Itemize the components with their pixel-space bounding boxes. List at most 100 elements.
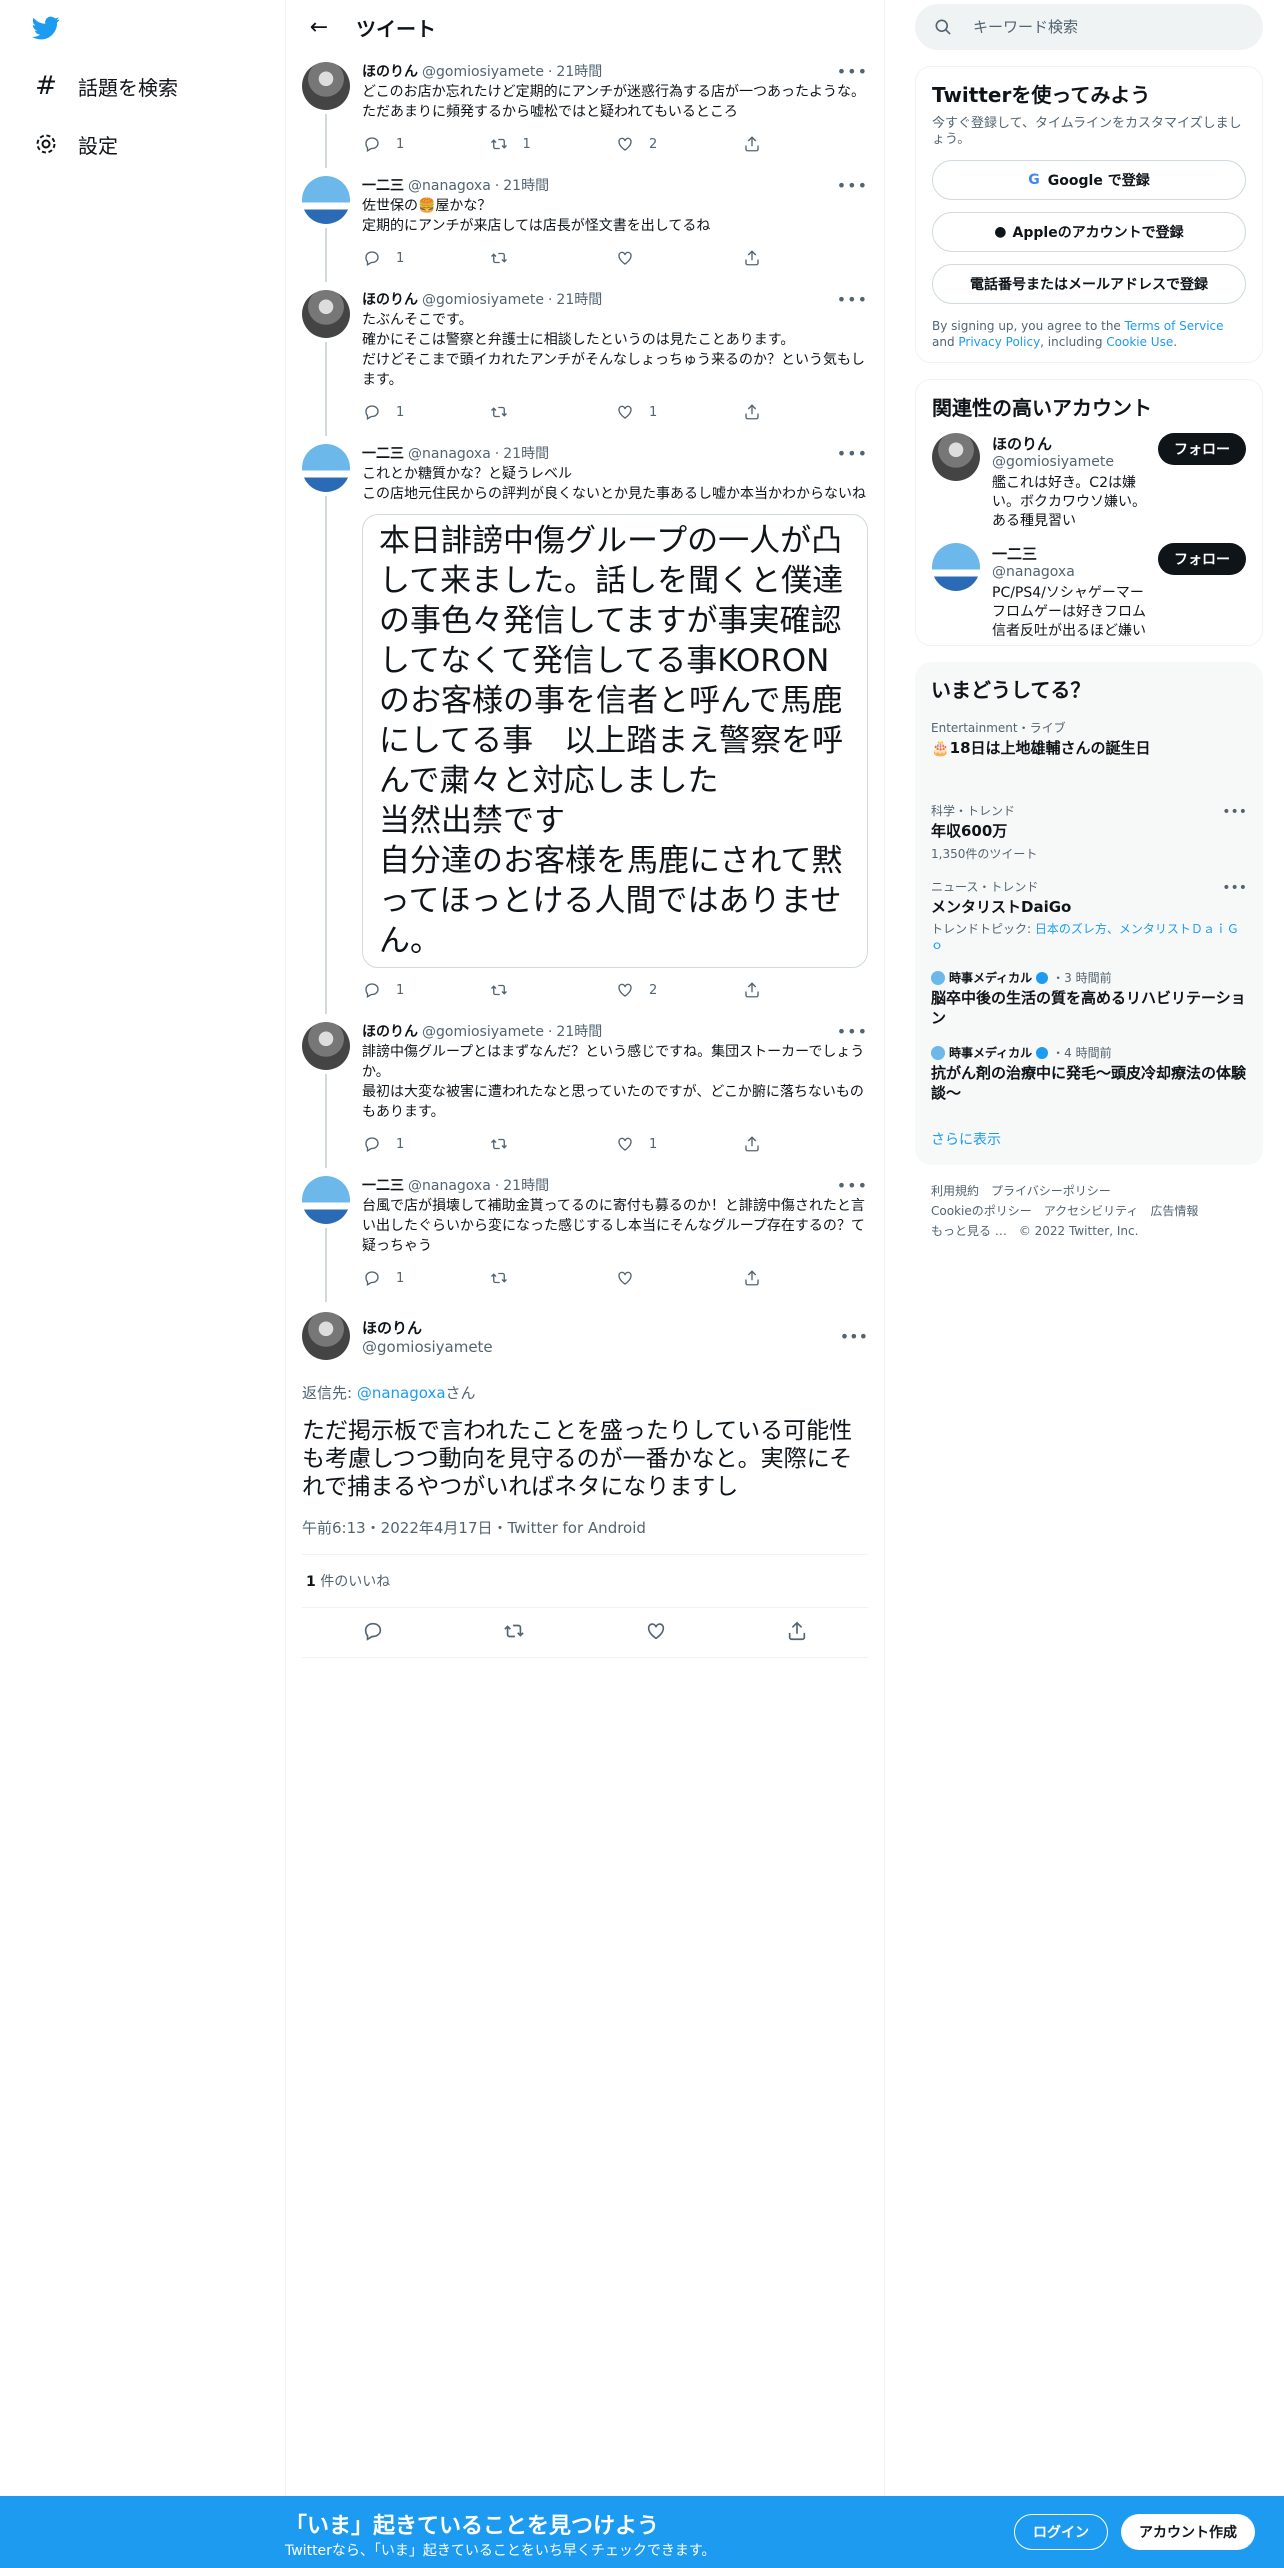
more-icon[interactable]: ••• <box>837 290 868 310</box>
retweet-button[interactable] <box>489 1268 616 1288</box>
footer-link[interactable]: Cookieのポリシー <box>931 1204 1032 1218</box>
avatar[interactable] <box>302 1312 350 1360</box>
search-bar[interactable] <box>915 4 1263 50</box>
tweet[interactable]: ほのりん @gomiosiyamete · 21時間 ••• どこのお店か忘れた… <box>286 54 884 168</box>
nav-settings[interactable]: 設定 <box>30 116 118 172</box>
author-name[interactable]: ほのりん <box>362 290 418 310</box>
share-button[interactable] <box>742 248 869 268</box>
avatar[interactable] <box>302 1022 350 1070</box>
reply-button[interactable]: 1 <box>362 1134 489 1154</box>
tweet-time[interactable]: 21時間 <box>503 1176 549 1196</box>
share-button[interactable] <box>742 980 869 1000</box>
tweet-time[interactable]: 21時間 <box>503 176 549 196</box>
author-handle[interactable]: @nanagoxa <box>408 176 491 196</box>
author-handle[interactable]: @gomiosiyamete <box>362 1338 493 1356</box>
retweet-button[interactable] <box>489 248 616 268</box>
share-button[interactable] <box>742 1268 869 1288</box>
author-handle[interactable]: @nanagoxa <box>408 1176 491 1196</box>
like-button[interactable]: 2 <box>615 980 742 1000</box>
avatar[interactable] <box>302 176 350 224</box>
like-icon[interactable] <box>645 1620 667 1646</box>
more-icon[interactable]: ••• <box>837 62 868 82</box>
retweet-button[interactable] <box>489 980 616 1000</box>
related-user[interactable]: ほのりん @gomiosiyamete 艦これは好き。C2は嫌い。ボクカワウソ嫌… <box>932 433 1246 531</box>
footer-link[interactable]: アクセシビリティ <box>1044 1204 1139 1218</box>
news-item[interactable]: 時事メディカル ・3 時間前 脳卒中後の生活の質を高めるリハビリテーション <box>931 969 1247 1028</box>
apple-signup-button[interactable]: ● Appleのアカウントで登録 <box>932 212 1246 252</box>
retweet-button[interactable] <box>489 1134 616 1154</box>
tweet-time[interactable]: 21時間 <box>556 62 602 82</box>
terms-link[interactable]: Terms of Service <box>1125 319 1224 333</box>
like-button[interactable] <box>615 1268 742 1288</box>
back-arrow-icon[interactable]: ← <box>302 10 336 44</box>
phone-signup-button[interactable]: 電話番号またはメールアドレスで登録 <box>932 264 1246 304</box>
retweet-icon[interactable] <box>503 1620 525 1646</box>
tweet-time[interactable]: 21時間 <box>503 444 549 464</box>
more-icon[interactable]: ••• <box>1222 804 1247 820</box>
share-icon[interactable] <box>786 1620 808 1646</box>
more-icon[interactable]: ••• <box>1222 880 1247 896</box>
author-name[interactable]: 一二三 <box>362 176 404 196</box>
more-icon[interactable]: ••• <box>840 1327 868 1346</box>
news-item[interactable]: 時事メディカル ・4 時間前 抗がん剤の治療中に発毛～頭皮冷却療法の体験談～ <box>931 1044 1247 1103</box>
author-handle[interactable]: @gomiosiyamete <box>422 290 544 310</box>
create-account-button[interactable]: アカウント作成 <box>1121 2514 1255 2550</box>
like-button[interactable]: 2 <box>615 134 742 154</box>
trend-item[interactable]: 科学・トレンド 年収600万 1,350件のツイート ••• <box>931 802 1247 862</box>
show-more-link[interactable]: さらに表示 <box>931 1129 1247 1149</box>
login-button[interactable]: ログイン <box>1014 2514 1108 2550</box>
tweet[interactable]: 一二三 @nanagoxa · 21時間 ••• 台風で店が損壊して補助金貰って… <box>286 1168 884 1302</box>
more-icon[interactable]: ••• <box>837 1176 868 1196</box>
tweet-image[interactable]: 本日誹謗中傷グループの一人が凸して来ました。話しを聞くと僕達の事色々発信してます… <box>362 514 868 968</box>
tweet-time[interactable]: 21時間 <box>556 290 602 310</box>
share-button[interactable] <box>742 1134 869 1154</box>
related-user[interactable]: 一二三 @nanagoxa PC/PS4/ソシャゲーマー フロムゲーは好きフロム… <box>932 543 1246 641</box>
cookie-link[interactable]: Cookie Use <box>1106 335 1173 349</box>
avatar[interactable] <box>932 433 980 481</box>
share-button[interactable] <box>742 402 869 422</box>
reply-button[interactable]: 1 <box>362 134 489 154</box>
google-signup-button[interactable]: G Google で登録 <box>932 160 1246 200</box>
follow-button[interactable]: フォロー <box>1158 433 1246 465</box>
footer-link[interactable]: プライバシーポリシー <box>991 1184 1111 1198</box>
like-button[interactable]: 1 <box>615 1134 742 1154</box>
like-button[interactable] <box>615 248 742 268</box>
reply-button[interactable]: 1 <box>362 1268 489 1288</box>
likes-count[interactable]: 1 件のいいね <box>302 1555 868 1608</box>
tweet[interactable]: ほのりん @gomiosiyamete · 21時間 ••• たぶんそこです。 … <box>286 282 884 436</box>
author-name[interactable]: ほのりん <box>362 1022 418 1042</box>
reply-icon[interactable] <box>362 1620 384 1646</box>
author-name[interactable]: ほのりん <box>362 62 418 82</box>
reply-button[interactable]: 1 <box>362 402 489 422</box>
retweet-button[interactable] <box>489 402 616 422</box>
like-button[interactable]: 1 <box>615 402 742 422</box>
footer-link[interactable]: 広告情報 <box>1150 1204 1198 1218</box>
reply-button[interactable]: 1 <box>362 980 489 1000</box>
twitter-logo-icon[interactable] <box>30 14 66 46</box>
nav-explore[interactable]: # 話題を検索 <box>30 58 178 114</box>
author-name[interactable]: 一二三 <box>362 1176 404 1196</box>
tweet-meta[interactable]: 午前6:13・2022年4月17日・Twitter for Android <box>302 1517 868 1555</box>
reply-to-link[interactable]: @nanagoxa <box>357 1384 446 1402</box>
trend-item[interactable]: ニュース・トレンド メンタリストDaiGo トレンドトピック: 日本のズレ方、メ… <box>931 878 1247 953</box>
avatar[interactable] <box>302 62 350 110</box>
footer-link[interactable]: もっと見る … <box>931 1224 1007 1238</box>
author-handle[interactable]: @nanagoxa <box>408 444 491 464</box>
tweet[interactable]: ほのりん @gomiosiyamete · 21時間 ••• 誹謗中傷グループと… <box>286 1014 884 1168</box>
author-handle[interactable]: @gomiosiyamete <box>422 1022 544 1042</box>
author-handle[interactable]: @gomiosiyamete <box>422 62 544 82</box>
more-icon[interactable]: ••• <box>837 176 868 196</box>
search-input[interactable] <box>973 18 1233 36</box>
share-button[interactable] <box>742 134 869 154</box>
more-icon[interactable]: ••• <box>837 1022 868 1042</box>
trend-item[interactable]: Entertainment・ライブ 🎂18日は上地雄輔さんの誕生日 <box>931 719 1247 758</box>
avatar[interactable] <box>302 1176 350 1224</box>
footer-link[interactable]: 利用規約 <box>931 1184 979 1198</box>
author-name[interactable]: 一二三 <box>362 444 404 464</box>
privacy-link[interactable]: Privacy Policy <box>958 335 1040 349</box>
avatar[interactable] <box>302 444 350 492</box>
avatar[interactable] <box>302 290 350 338</box>
retweet-button[interactable]: 1 <box>489 134 616 154</box>
tweet[interactable]: 一二三 @nanagoxa · 21時間 ••• 佐世保の🍔屋かな？ 定期的にア… <box>286 168 884 282</box>
more-icon[interactable]: ••• <box>837 444 868 464</box>
